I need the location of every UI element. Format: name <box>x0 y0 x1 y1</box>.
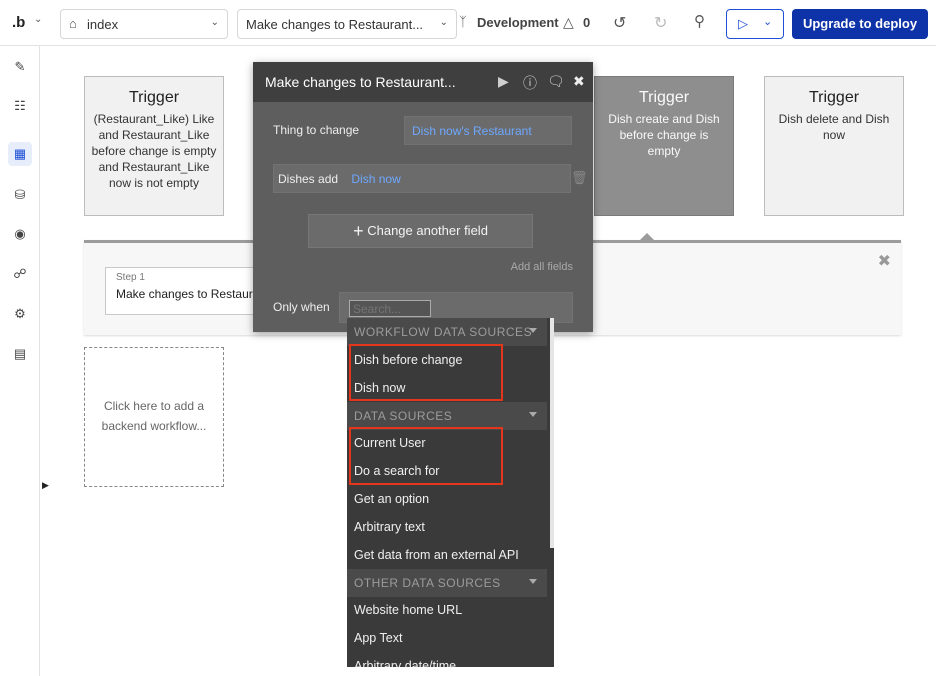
thing-to-change-label: Thing to change <box>273 123 360 137</box>
chevron-down-icon: ⌄ <box>210 17 219 28</box>
close-icon[interactable]: ✖ <box>573 73 585 90</box>
chevron-down-icon: ⌄ <box>439 17 448 28</box>
top-bar: .b ⌄ ⌂ index ⌄ Make changes to Restauran… <box>0 0 936 46</box>
play-icon[interactable]: ▶ <box>498 73 509 90</box>
trigger-description: Dish delete and Dish now <box>778 112 890 142</box>
list-item[interactable]: App Text <box>347 624 547 652</box>
gear-icon[interactable]: ⚙ <box>8 302 32 326</box>
chart-icon[interactable]: ▤ <box>8 342 32 366</box>
issues-count[interactable]: 0 <box>583 15 590 30</box>
section-header-label: DATA SOURCES <box>354 409 453 423</box>
backend-workflows-icon[interactable]: ▦ <box>8 142 32 166</box>
search-icon[interactable]: ⚲ <box>694 12 705 30</box>
workflow-select-value: Make changes to Restaurant... <box>246 17 424 32</box>
annotation-highlight-box <box>349 344 503 401</box>
info-icon[interactable]: ⓘ <box>523 73 537 93</box>
selected-trigger-pointer <box>640 233 654 240</box>
trigger-title: Trigger <box>808 89 860 106</box>
caret-down-icon <box>529 412 537 417</box>
trigger-title: Trigger <box>638 89 690 106</box>
thing-to-change-field[interactable]: Dish now's Restaurant <box>404 116 572 145</box>
list-item[interactable]: Arbitrary date/time <box>347 652 547 667</box>
database-icon[interactable]: ⛁ <box>8 183 32 207</box>
trash-icon[interactable]: 🗑 <box>571 170 588 186</box>
section-header-label: OTHER DATA SOURCES <box>354 576 501 590</box>
plug-icon[interactable]: ☍ <box>8 262 32 286</box>
list-item[interactable]: Get data from an external API <box>347 541 547 569</box>
trigger-description: Dish create and Dish before change is em… <box>608 112 720 158</box>
add-all-fields-link[interactable]: Add all fields <box>511 261 573 273</box>
modal-title: Make changes to Restaurant... <box>265 74 456 90</box>
list-item[interactable]: Get an option <box>347 485 547 513</box>
page-select-value: index <box>87 17 119 32</box>
annotation-highlight-box <box>349 427 503 485</box>
page-select[interactable]: ⌂ index ⌄ <box>60 9 228 39</box>
pencil-icon[interactable]: ✎ <box>8 55 32 79</box>
warning-icon[interactable]: △ <box>563 14 574 31</box>
play-icon: ▷ <box>738 16 748 31</box>
close-icon[interactable]: ✖ <box>878 251 891 271</box>
step-number: Step 1 <box>116 272 145 283</box>
branch-icon: ᛉ <box>459 14 467 29</box>
comment-icon[interactable]: 🗨 <box>547 73 565 90</box>
section-header-label: WORKFLOW DATA SOURCES <box>354 325 533 339</box>
change-another-field-label: Change another field <box>367 223 488 238</box>
field-change-label: Dishes add <box>278 172 339 186</box>
workflow-tree-icon[interactable]: ☷ <box>8 94 32 118</box>
trigger-card[interactable]: Trigger (Restaurant_Like) Like and Resta… <box>84 76 224 216</box>
search-input[interactable] <box>349 300 431 317</box>
scrollbar[interactable] <box>550 318 554 548</box>
plus-icon: + <box>353 221 364 241</box>
add-backend-workflow-placeholder[interactable]: Click here to add a backend workflow... <box>84 347 224 487</box>
field-change-value[interactable]: Dish now <box>351 172 400 186</box>
field-change-row[interactable]: Dishes add Dish now <box>273 164 571 193</box>
action-editor-modal: Make changes to Restaurant... ▶ ⓘ 🗨 ✖ Th… <box>253 62 593 332</box>
upgrade-deploy-button[interactable]: Upgrade to deploy <box>792 9 928 39</box>
list-item[interactable]: Arbitrary text <box>347 513 547 541</box>
expand-panel-icon[interactable]: ▶ <box>42 480 49 491</box>
undo-icon[interactable]: ↺ <box>613 13 626 33</box>
chevron-down-icon: ⌄ <box>763 16 773 28</box>
trigger-description: (Restaurant_Like) Like and Restaurant_Li… <box>91 112 217 190</box>
bubble-logo[interactable]: .b <box>12 14 25 31</box>
caret-down-icon <box>529 579 537 584</box>
section-header[interactable]: OTHER DATA SOURCES <box>347 569 547 597</box>
modal-header: Make changes to Restaurant... ▶ ⓘ 🗨 ✖ <box>253 62 593 102</box>
trigger-card-selected[interactable]: Trigger Dish create and Dish before chan… <box>594 76 734 216</box>
section-header[interactable]: WORKFLOW DATA SOURCES <box>347 318 547 346</box>
list-item[interactable]: Website home URL <box>347 596 547 624</box>
redo-icon[interactable]: ↻ <box>654 13 667 33</box>
change-another-field-button[interactable]: + Change another field <box>308 214 533 248</box>
section-header[interactable]: DATA SOURCES <box>347 402 547 430</box>
trigger-card[interactable]: Trigger Dish delete and Dish now <box>764 76 904 216</box>
preview-button[interactable]: ▷ ⌄ <box>726 9 784 39</box>
workflow-select[interactable]: Make changes to Restaurant... ⌄ <box>237 9 457 39</box>
trigger-title: Trigger <box>128 89 180 106</box>
only-when-label: Only when <box>273 300 330 314</box>
palette-icon[interactable]: ◉ <box>8 222 32 246</box>
left-sidebar: ✎ ☷ ▦ ⛁ ◉ ☍ ⚙ ▤ <box>0 46 40 676</box>
home-icon: ⌂ <box>69 16 77 31</box>
branch-label[interactable]: Development <box>477 15 559 30</box>
caret-down-icon <box>529 328 537 333</box>
logo-menu-chevron-icon[interactable]: ⌄ <box>34 14 42 25</box>
